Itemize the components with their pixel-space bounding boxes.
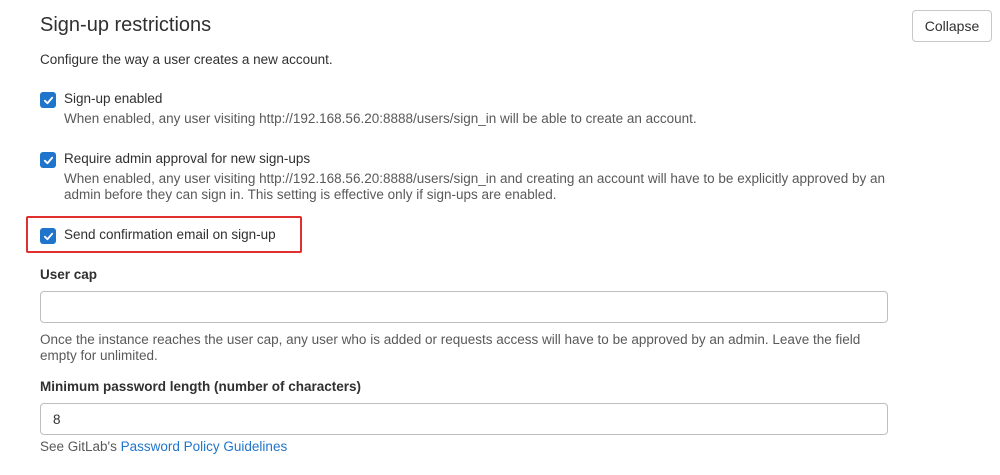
- confirmation-email-label[interactable]: Send confirmation email on sign-up: [64, 227, 276, 242]
- confirmation-email-checkbox[interactable]: [40, 228, 56, 244]
- admin-approval-checkbox[interactable]: [40, 152, 56, 168]
- checkmark-icon: [43, 156, 53, 164]
- signup-enabled-label[interactable]: Sign-up enabled: [64, 91, 162, 106]
- collapse-button[interactable]: Collapse: [912, 10, 992, 42]
- signup-enabled-checkbox[interactable]: [40, 92, 56, 108]
- section-description: Configure the way a user creates a new a…: [40, 52, 333, 67]
- min-password-label: Minimum password length (number of chara…: [40, 379, 362, 394]
- min-password-help: See GitLab's Password Policy Guidelines: [40, 439, 890, 455]
- user-cap-help: Once the instance reaches the user cap, …: [40, 332, 861, 363]
- checkmark-icon: [43, 96, 53, 104]
- min-password-help-prefix: See GitLab's: [40, 439, 121, 454]
- password-policy-link[interactable]: Password Policy Guidelines: [121, 439, 288, 454]
- user-cap-label: User cap: [40, 267, 98, 282]
- user-cap-input[interactable]: [40, 291, 888, 323]
- signup-enabled-help: When enabled, any user visiting http://1…: [64, 111, 697, 126]
- section-title: Sign-up restrictions: [40, 14, 212, 36]
- min-password-input[interactable]: [40, 403, 888, 435]
- admin-approval-label[interactable]: Require admin approval for new sign-ups: [64, 151, 310, 166]
- checkmark-icon: [43, 232, 53, 240]
- admin-approval-help: When enabled, any user visiting http://1…: [64, 171, 886, 202]
